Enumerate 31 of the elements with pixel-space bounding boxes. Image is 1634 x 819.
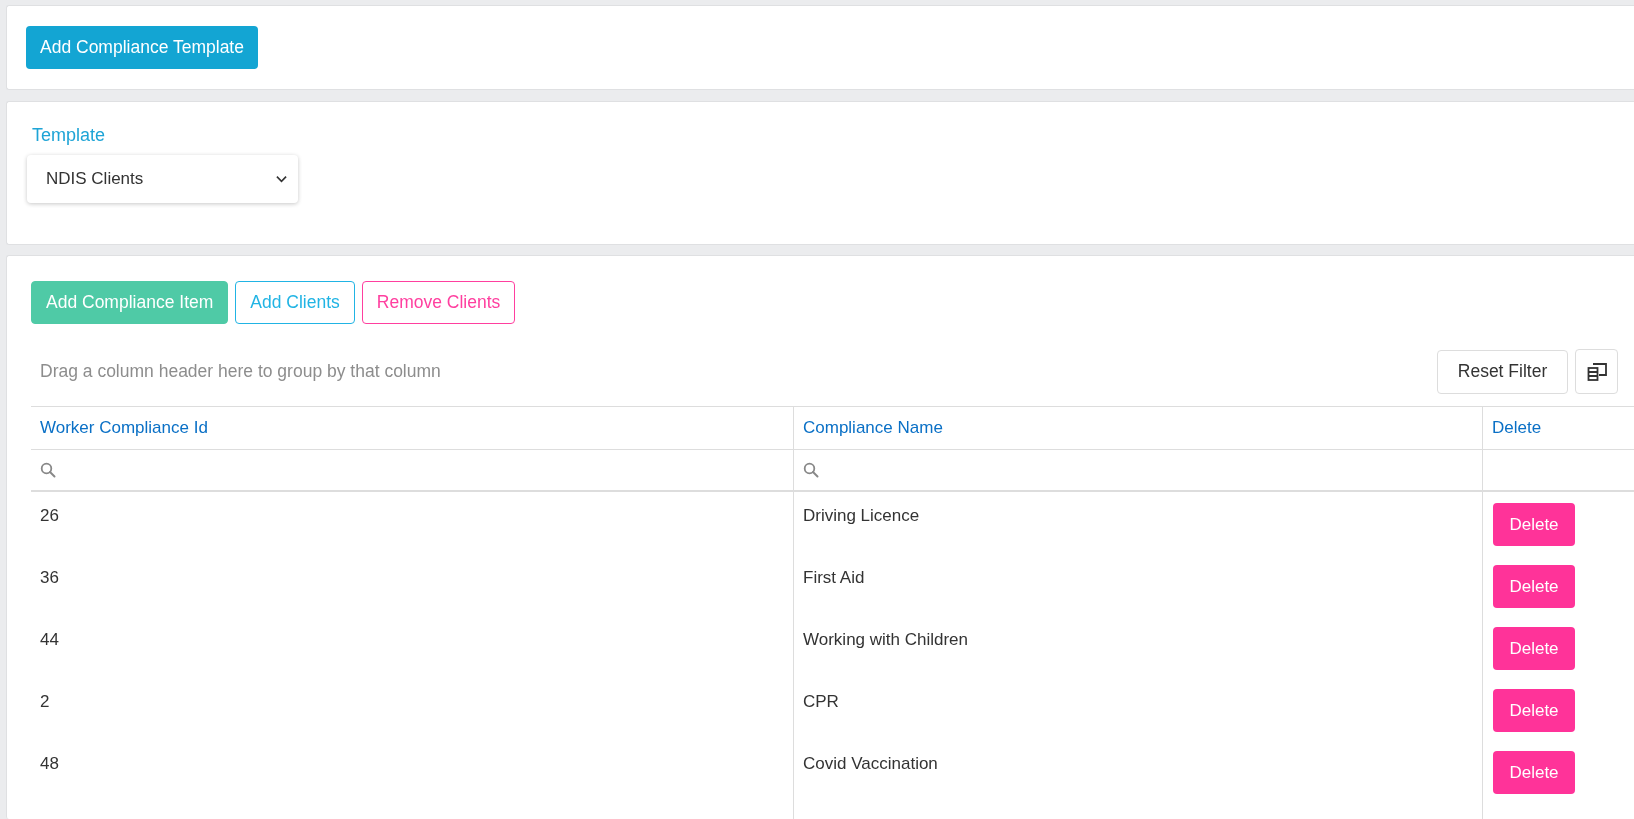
action-button[interactable]: Add Compliance Item — [31, 281, 229, 324]
delete-button[interactable]: Delete — [1493, 751, 1575, 794]
table-cell: 48 — [40, 754, 59, 773]
table-cell: Driving Licence — [803, 506, 920, 525]
template-select[interactable]: NDIS Clients — [27, 155, 298, 203]
search-icon — [803, 462, 819, 478]
delete-button[interactable]: Delete — [1493, 689, 1575, 732]
table-cell: Working with Children — [803, 630, 969, 649]
delete-button[interactable]: Delete — [1493, 627, 1575, 670]
delete-button[interactable]: Delete — [1493, 503, 1575, 546]
column-header[interactable]: Compliance Name — [803, 418, 943, 438]
action-button[interactable]: Add Clients — [235, 281, 355, 324]
action-button[interactable]: Remove Clients — [361, 281, 516, 324]
column-header[interactable]: Worker Compliance Id — [40, 418, 208, 438]
template-label: Template — [32, 124, 106, 146]
group-panel-hint: Drag a column header here to group by that column — [39, 361, 441, 382]
search-icon — [40, 462, 56, 478]
reset-filter-button[interactable]: Reset Filter — [1437, 349, 1568, 394]
table-cell: CPR — [803, 692, 839, 711]
table-cell: First Aid — [803, 568, 865, 587]
add-template-button[interactable]: Add Compliance Template — [26, 26, 258, 69]
stacked-panels-icon — [1586, 362, 1607, 381]
table-cell: 26 — [40, 506, 59, 525]
table-cell: 44 — [40, 630, 59, 649]
table-cell: Covid Vaccination — [803, 754, 938, 773]
table-cell: 36 — [40, 568, 59, 587]
column-header[interactable]: Delete — [1492, 418, 1542, 438]
delete-button[interactable]: Delete — [1493, 565, 1575, 608]
column-chooser-button[interactable] — [1575, 349, 1618, 394]
chevron-down-icon — [276, 175, 287, 183]
table-cell: 2 — [40, 692, 50, 711]
